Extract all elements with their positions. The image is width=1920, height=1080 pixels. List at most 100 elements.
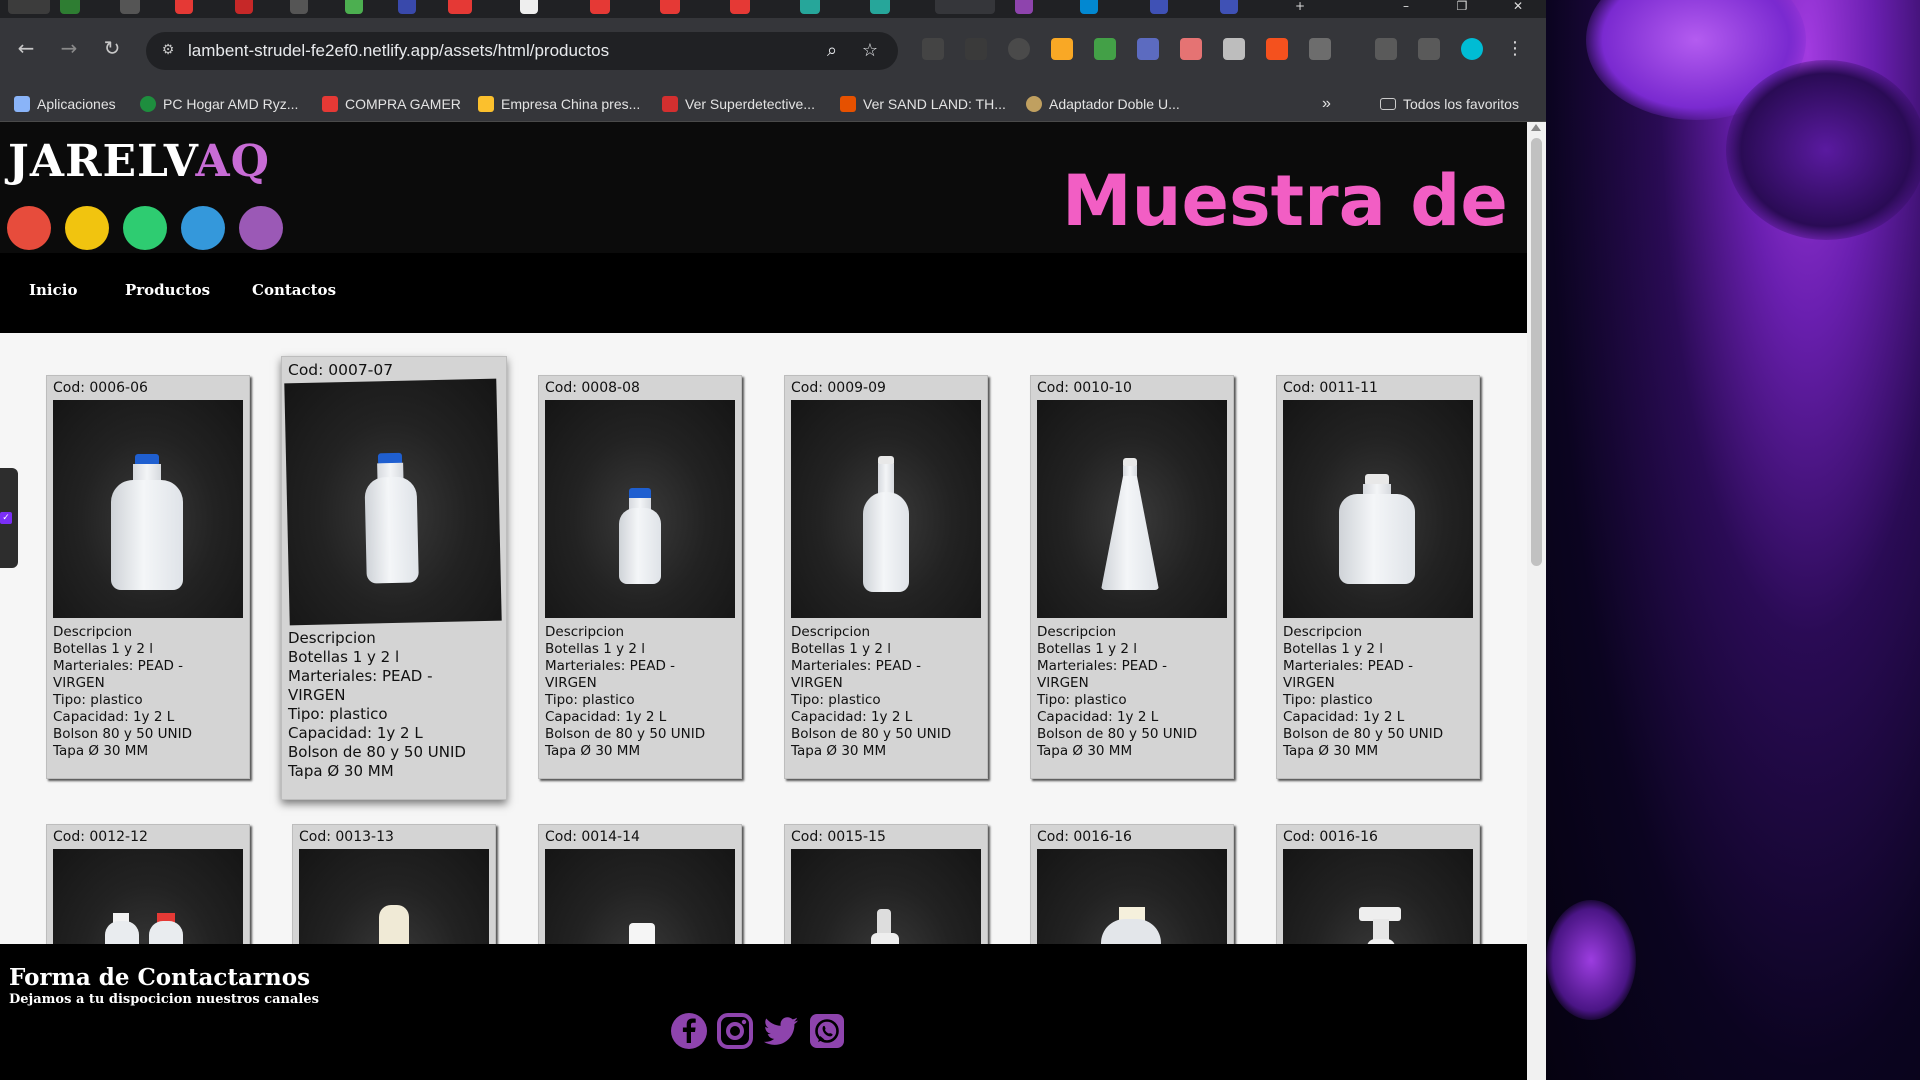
product-description: Descripcion Botellas 1 y 2 l Marteriales: … bbox=[53, 624, 192, 759]
product-card[interactable]: Cod: 0006-06 Descripcion Botellas 1 y 2 l… bbox=[46, 375, 250, 779]
product-photo bbox=[284, 378, 502, 626]
product-code: Cod: 0013-13 bbox=[299, 829, 394, 845]
more-bookmarks-icon[interactable]: » bbox=[1322, 94, 1331, 114]
minimize-icon[interactable]: – bbox=[1396, 0, 1416, 14]
bookmark-item[interactable]: Empresa China pres... bbox=[478, 94, 640, 114]
bookmark-item[interactable]: COMPRA GAMER bbox=[322, 94, 461, 114]
color-dot-blue bbox=[181, 206, 225, 250]
url-text[interactable]: lambent-strudel-fe2ef0.netlify.app/asset… bbox=[188, 41, 609, 61]
all-bookmarks-folder[interactable]: Todos los favoritos bbox=[1380, 94, 1519, 114]
site-footer: Forma de Contactarnos Dejamos a tu dispo… bbox=[0, 944, 1527, 1080]
tab-strip[interactable]: + – ❐ ✕ bbox=[0, 0, 1546, 18]
product-photo bbox=[1037, 400, 1227, 618]
product-description: Descripcion Botellas 1 y 2 l Marteriales: … bbox=[1037, 624, 1198, 759]
site-logo[interactable]: JARELVAQ bbox=[8, 136, 270, 187]
youtube-tab[interactable] bbox=[448, 0, 472, 14]
extension-icon[interactable] bbox=[1223, 38, 1245, 60]
bookmark-star-icon[interactable]: ☆ bbox=[858, 39, 882, 63]
bookmark-item[interactable]: Ver Superdetective... bbox=[662, 94, 815, 114]
downloads-icon[interactable] bbox=[1418, 38, 1440, 60]
tab[interactable] bbox=[870, 0, 890, 14]
close-window-icon[interactable]: ✕ bbox=[1508, 0, 1528, 14]
product-code: Cod: 0006-06 bbox=[53, 380, 148, 396]
extension-icon[interactable] bbox=[1266, 38, 1288, 60]
tab[interactable] bbox=[120, 0, 140, 14]
tab[interactable] bbox=[290, 0, 308, 14]
tab[interactable] bbox=[730, 0, 750, 14]
bookmark-favicon bbox=[140, 96, 156, 112]
tab[interactable] bbox=[345, 0, 363, 14]
product-card[interactable]: Cod: 0009-09 Descripcion Botellas 1 y 2 l… bbox=[784, 375, 988, 779]
shield-icon[interactable] bbox=[1094, 38, 1116, 60]
tab[interactable] bbox=[1150, 0, 1168, 14]
tab[interactable] bbox=[1080, 0, 1098, 14]
nav-productos[interactable]: Productos bbox=[125, 281, 210, 299]
site-settings-icon[interactable]: ⚙ bbox=[158, 40, 178, 60]
product-photo bbox=[1283, 400, 1473, 618]
color-dot-purple bbox=[239, 206, 283, 250]
nav-inicio[interactable]: Inicio bbox=[29, 281, 77, 299]
new-tab-icon[interactable]: + bbox=[1290, 0, 1310, 14]
nav-contactos[interactable]: Contactos bbox=[252, 281, 336, 299]
tab[interactable] bbox=[1220, 0, 1238, 14]
zoom-icon[interactable]: ⌕ bbox=[820, 39, 844, 63]
extension-icon[interactable] bbox=[1180, 38, 1202, 60]
product-code: Cod: 0016-16 bbox=[1037, 829, 1132, 845]
reading-list-icon[interactable] bbox=[1375, 38, 1397, 60]
color-dot-green bbox=[123, 206, 167, 250]
product-photo bbox=[791, 400, 981, 618]
tab[interactable] bbox=[175, 0, 193, 14]
extension-icon[interactable] bbox=[922, 38, 944, 60]
tab[interactable] bbox=[1015, 0, 1033, 14]
reload-icon[interactable]: ↻ bbox=[100, 36, 124, 60]
bookmark-favicon bbox=[840, 96, 856, 112]
page-scrollbar[interactable] bbox=[1527, 122, 1546, 1080]
tab[interactable] bbox=[800, 0, 820, 14]
bookmark-item[interactable]: Adaptador Doble U... bbox=[1026, 94, 1180, 114]
menu-kebab-icon[interactable]: ⋮ bbox=[1504, 38, 1526, 60]
product-card[interactable]: Cod: 0008-08 Descripcion Botellas 1 y 2 l… bbox=[538, 375, 742, 779]
tab[interactable] bbox=[235, 0, 253, 14]
tab[interactable] bbox=[520, 0, 538, 14]
product-card[interactable]: Cod: 0010-10 Descripcion Botellas 1 y 2 l… bbox=[1030, 375, 1234, 779]
scroll-up-icon[interactable] bbox=[1531, 124, 1541, 131]
bookmark-favicon bbox=[478, 96, 494, 112]
product-card[interactable]: Cod: 0011-11 Descripcion Botellas 1 y 2 l… bbox=[1276, 375, 1480, 779]
check-icon: ✓ bbox=[0, 512, 12, 524]
side-extension-widget[interactable]: ✓ bbox=[0, 468, 18, 568]
address-bar[interactable]: ⚙ lambent-strudel-fe2ef0.netlify.app/ass… bbox=[146, 32, 898, 70]
product-code: Cod: 0012-12 bbox=[53, 829, 148, 845]
download-extension-icon[interactable] bbox=[1137, 38, 1159, 60]
facebook-icon[interactable] bbox=[670, 1012, 708, 1050]
whatsapp-icon[interactable] bbox=[808, 1012, 846, 1050]
back-icon[interactable]: ← bbox=[14, 36, 38, 60]
youtube-tab[interactable] bbox=[660, 0, 680, 14]
footer-title: Forma de Contactarnos bbox=[9, 964, 311, 991]
product-card-hovered[interactable]: Cod: 0007-07 Descripcion Botellas 1 y 2 l… bbox=[281, 356, 507, 800]
bookmark-item[interactable]: Ver SAND LAND: TH... bbox=[840, 94, 1006, 114]
bookmark-item[interactable]: PC Hogar AMD Ryz... bbox=[140, 94, 298, 114]
forward-icon[interactable]: → bbox=[57, 36, 81, 60]
twitter-icon[interactable] bbox=[762, 1012, 800, 1050]
instagram-icon[interactable] bbox=[716, 1012, 754, 1050]
bookmark-apps[interactable]: Aplicaciones bbox=[14, 94, 116, 114]
tab-search-icon[interactable] bbox=[8, 0, 50, 14]
site-header: JARELVAQ Muestra de Productos bbox=[0, 122, 1527, 253]
active-tab[interactable] bbox=[935, 0, 995, 14]
product-description: Descripcion Botellas 1 y 2 l Marteriales: … bbox=[288, 629, 466, 780]
restore-icon[interactable]: ❐ bbox=[1452, 0, 1472, 14]
bookmark-favicon bbox=[662, 96, 678, 112]
extension-icon[interactable] bbox=[1008, 38, 1030, 60]
product-description: Descripcion Botellas 1 y 2 l Marteriales: … bbox=[545, 624, 706, 759]
extension-icon[interactable] bbox=[965, 38, 987, 60]
tab[interactable] bbox=[398, 0, 416, 14]
youtube-tab[interactable] bbox=[590, 0, 610, 14]
extensions-puzzle-icon[interactable] bbox=[1309, 38, 1331, 60]
scrollbar-thumb[interactable] bbox=[1531, 138, 1542, 566]
whatsapp-tab[interactable] bbox=[60, 0, 80, 14]
react-devtools-icon[interactable] bbox=[1461, 38, 1483, 60]
bookmark-favicon bbox=[322, 96, 338, 112]
bookmarks-bar: Aplicaciones PC Hogar AMD Ryz... COMPRA … bbox=[0, 84, 1546, 122]
extension-icon[interactable] bbox=[1051, 38, 1073, 60]
footer-subtitle: Dejamos a tu dispocicion nuestros canale… bbox=[9, 992, 319, 1007]
